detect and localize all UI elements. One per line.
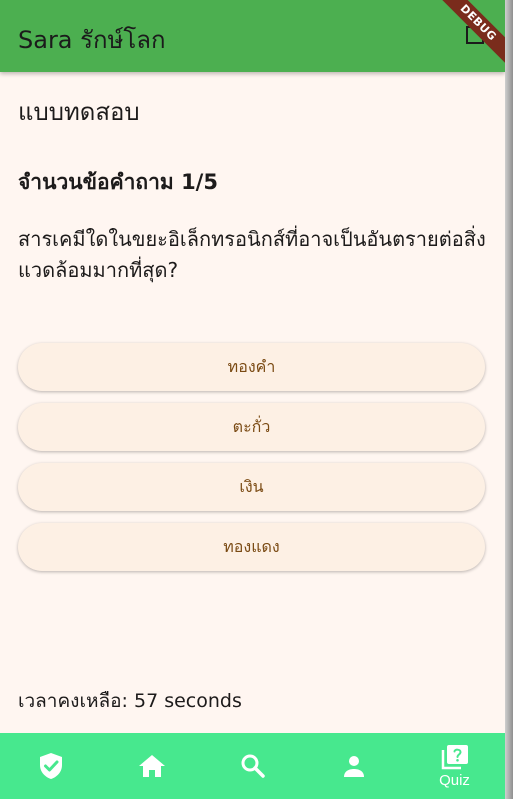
person-icon <box>342 754 366 778</box>
nav-item-search[interactable] <box>202 733 303 799</box>
answer-button-3[interactable]: เงิน <box>18 463 485 511</box>
question-text: สารเคมีใดในขยะอิเล็กทรอนิกส์ที่อาจเป็นอั… <box>18 227 486 282</box>
nav-item-profile[interactable] <box>303 733 404 799</box>
phone-screen: Sara รักษ์โลก DEBUG แบบทดสอบ จำนวนข้อคำถ… <box>0 0 505 799</box>
answer-button-2[interactable]: ตะกั่ว <box>18 403 485 451</box>
nav-item-quiz[interactable]: Quiz <box>404 733 505 799</box>
shield-check-icon <box>38 752 64 780</box>
bottom-navigation: Quiz <box>0 733 505 799</box>
answer-list: ทองคำ ตะกั่ว เงิน ทองแดง <box>18 343 485 583</box>
answer-button-1[interactable]: ทองคำ <box>18 343 485 391</box>
app-bar: Sara รักษ์โลก DEBUG <box>0 0 505 72</box>
answer-button-4[interactable]: ทองแดง <box>18 523 485 571</box>
home-icon <box>138 754 166 778</box>
app-title: Sara รักษ์โลก <box>18 26 166 54</box>
device-edge <box>505 0 513 799</box>
nav-item-shield[interactable] <box>0 733 101 799</box>
quiz-icon <box>441 744 469 770</box>
search-icon <box>240 753 266 779</box>
question-counter: จำนวนข้อคำถาม 1/5 <box>18 170 218 194</box>
timer-text: เวลาคงเหลือ: 57 seconds <box>18 690 242 712</box>
nav-label-quiz: Quiz <box>439 771 470 789</box>
nav-item-home[interactable] <box>101 733 202 799</box>
page-title: แบบทดสอบ <box>18 98 140 126</box>
